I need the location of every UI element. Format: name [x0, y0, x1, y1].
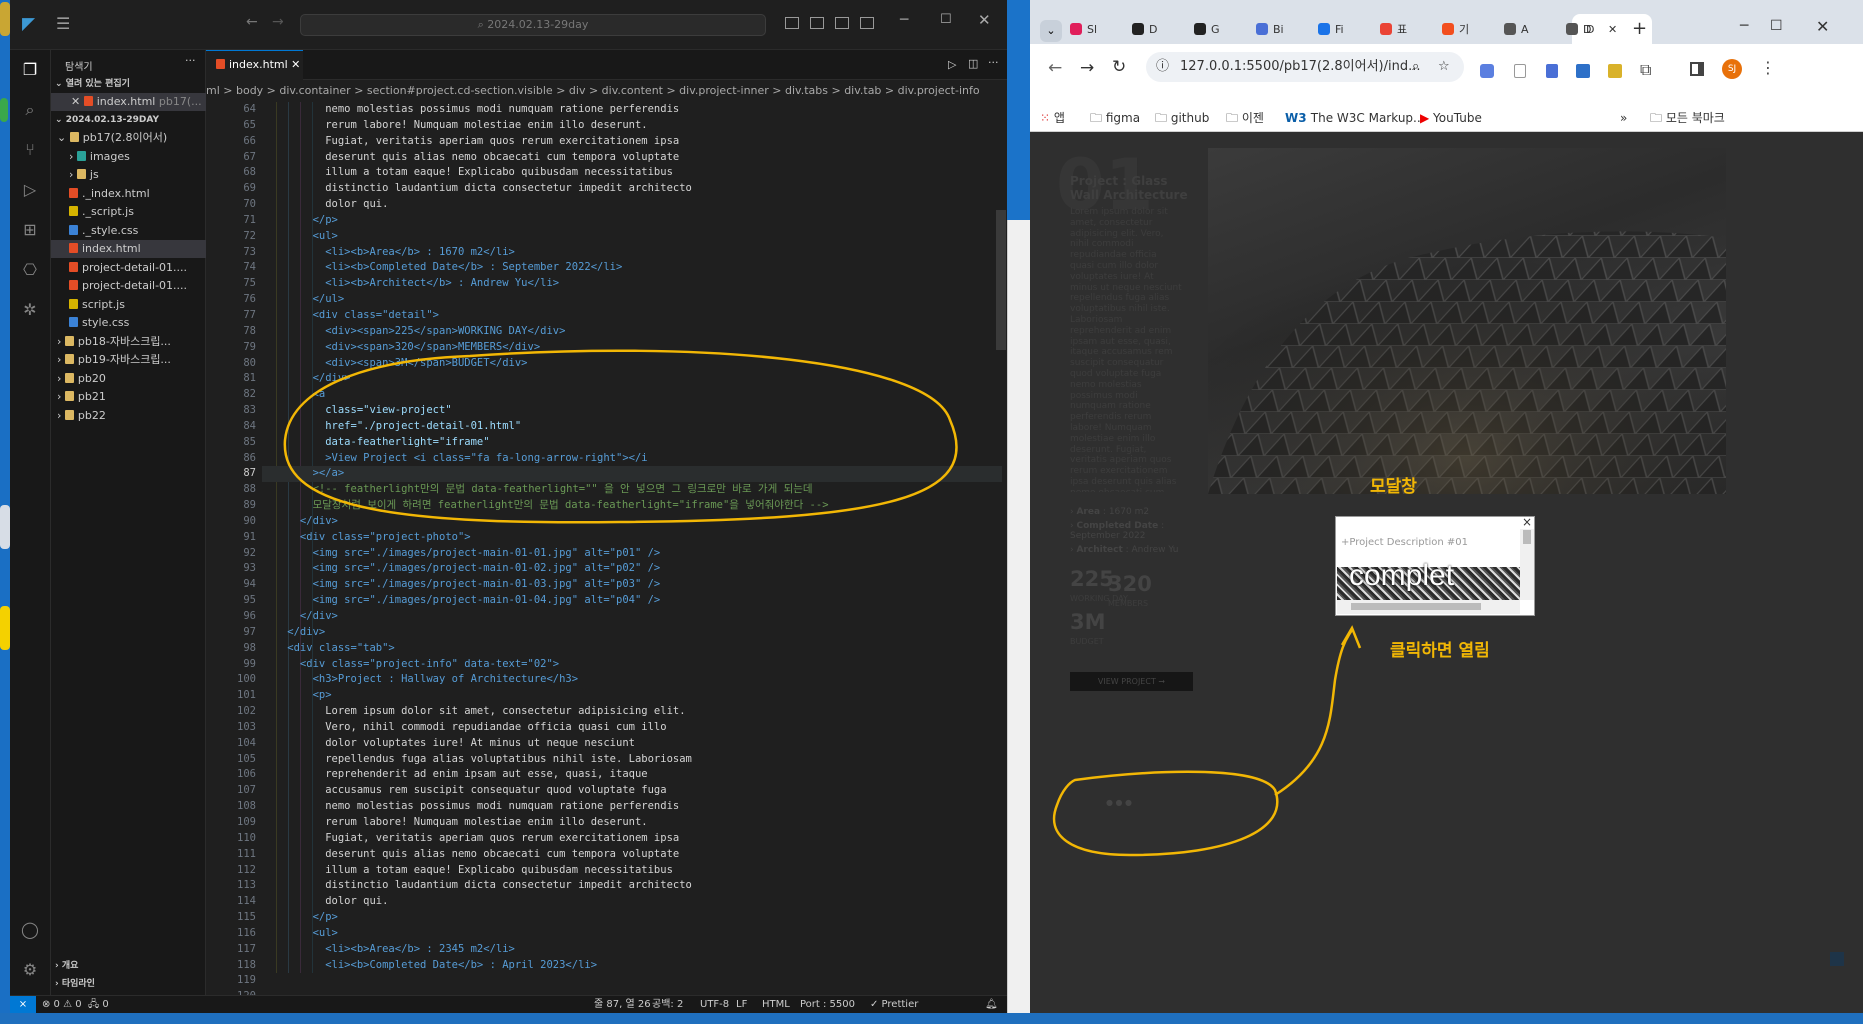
arrow-curve — [1274, 629, 1354, 797]
code-highlight-circle — [283, 349, 958, 524]
click-annotation-label: 클릭하면 열림 — [1390, 641, 1490, 661]
annotation-layer — [283, 349, 1362, 857]
modal-annotation-label: 모달창 — [1370, 477, 1417, 497]
taskbar — [0, 1013, 1863, 1024]
button-highlight-circle — [1052, 770, 1279, 857]
